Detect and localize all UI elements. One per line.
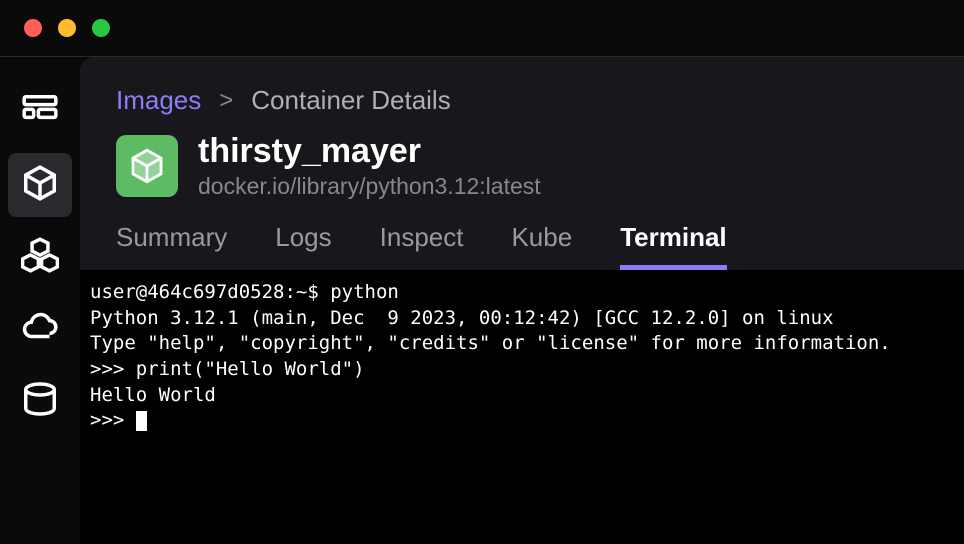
sidebar-item-dashboard[interactable] — [8, 81, 72, 145]
terminal-line: Hello World — [90, 384, 216, 406]
window-close-button[interactable] — [24, 19, 42, 37]
tab-logs[interactable]: Logs — [275, 222, 331, 270]
tab-kube[interactable]: Kube — [511, 222, 572, 270]
sidebar-item-pods[interactable] — [8, 225, 72, 289]
header: Images > Container Details thirsty_mayer… — [80, 57, 964, 270]
container-name: thirsty_mayer — [198, 132, 541, 171]
window-titlebar — [0, 0, 964, 56]
terminal-output[interactable]: user@464c697d0528:~$ python Python 3.12.… — [80, 270, 964, 544]
sidebar-item-volumes[interactable] — [8, 369, 72, 433]
title-row: thirsty_mayer docker.io/library/python3.… — [116, 132, 928, 200]
breadcrumb-link-images[interactable]: Images — [116, 85, 201, 116]
cubes-icon — [21, 236, 59, 279]
sidebar — [0, 57, 80, 544]
sidebar-item-containers[interactable] — [8, 153, 72, 217]
window-minimize-button[interactable] — [58, 19, 76, 37]
breadcrumb: Images > Container Details — [116, 85, 928, 116]
container-image-ref: docker.io/library/python3.12:latest — [198, 173, 541, 200]
breadcrumb-separator: > — [219, 87, 233, 115]
terminal-line: Python 3.12.1 (main, Dec 9 2023, 00:12:4… — [90, 307, 834, 329]
breadcrumb-current: Container Details — [251, 85, 450, 116]
dashboard-icon — [21, 92, 59, 135]
database-icon — [21, 380, 59, 423]
tab-terminal[interactable]: Terminal — [620, 222, 726, 270]
terminal-cursor — [136, 411, 147, 431]
tabs: Summary Logs Inspect Kube Terminal — [116, 222, 928, 270]
container-icon — [116, 135, 178, 197]
terminal-prompt: >>> — [90, 409, 136, 431]
cube-icon — [21, 164, 59, 207]
tab-summary[interactable]: Summary — [116, 222, 227, 270]
cloud-icon — [21, 308, 59, 351]
tab-inspect[interactable]: Inspect — [380, 222, 464, 270]
window-maximize-button[interactable] — [92, 19, 110, 37]
terminal-line: >>> print("Hello World") — [90, 358, 365, 380]
terminal-line: user@464c697d0528:~$ python — [90, 281, 399, 303]
sidebar-item-cloud[interactable] — [8, 297, 72, 361]
terminal-line: Type "help", "copyright", "credits" or "… — [90, 332, 891, 354]
content-area: Images > Container Details thirsty_mayer… — [80, 57, 964, 544]
